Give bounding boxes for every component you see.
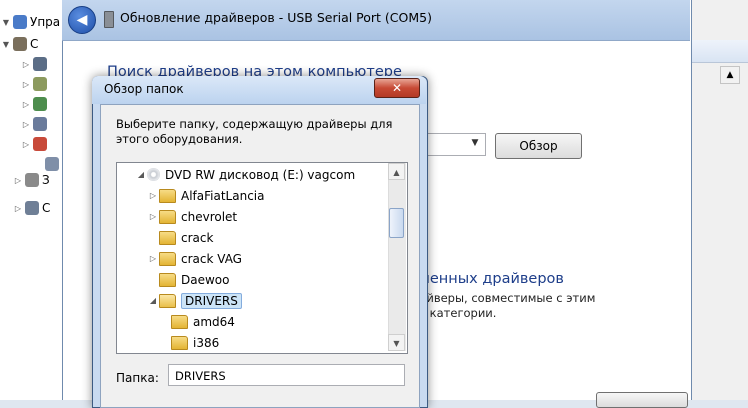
folder-tree-label: chevrolet — [181, 209, 238, 224]
device-category-icon — [33, 77, 47, 91]
expander-icon[interactable]: ▷ — [147, 212, 159, 221]
folder-input[interactable]: DRIVERS — [168, 364, 405, 386]
folder-tree-item[interactable]: amd64 — [159, 311, 235, 332]
folder-tree-item[interactable]: ▷ crack VAG — [147, 248, 242, 269]
expander-icon[interactable]: ◢ — [135, 170, 147, 179]
expander-icon[interactable]: ▼ — [2, 40, 10, 49]
folder-tree-label: Daewoo — [181, 272, 230, 287]
folder-tree-label: crack VAG — [181, 251, 242, 266]
console-tree-label: С — [30, 37, 39, 51]
console-tree-label: З — [42, 173, 50, 187]
folder-tree-item[interactable]: ◢ DRIVERS — [147, 290, 242, 311]
folder-tree-item[interactable]: ▷ chevrolet — [147, 206, 237, 227]
close-button[interactable]: ✕ — [374, 78, 420, 98]
console-tree-item[interactable]: ▷ — [22, 94, 50, 114]
open-folder-icon — [159, 293, 176, 308]
folder-tree-label: AlfaFiatLancia — [181, 188, 265, 203]
expander-icon[interactable]: ▷ — [14, 176, 22, 185]
console-tree-item[interactable]: ▷ — [22, 114, 50, 134]
folder-tree-label: crack — [181, 230, 214, 245]
console-tree-item[interactable]: ▷ З — [14, 170, 50, 190]
actions-scroll-up-button[interactable]: ▲ — [720, 66, 740, 84]
device-category-icon — [33, 57, 47, 71]
expander-icon[interactable]: ▷ — [22, 140, 30, 149]
folder-tree-label: i386 — [193, 335, 220, 350]
expander-icon[interactable]: ▷ — [22, 120, 30, 129]
device-category-icon — [25, 173, 39, 187]
expander-icon[interactable]: ▷ — [22, 100, 30, 109]
expander-icon[interactable]: ▷ — [147, 254, 159, 263]
folder-icon — [159, 272, 176, 287]
folder-tree-item[interactable]: Daewoo — [147, 269, 229, 290]
folder-icon — [159, 251, 176, 266]
device-category-icon — [13, 15, 27, 29]
folder-tree[interactable]: ◢ DVD RW дисковод (E:) vagcom ▷ AlfaFiatLan… — [116, 162, 408, 354]
expander-icon[interactable]: ▷ — [22, 60, 30, 69]
pick-from-list-option[interactable]: вленных драйверов — [412, 271, 564, 287]
pick-from-list-description: райверы, совместимые с этим ке категории… — [412, 291, 595, 321]
folder-icon — [159, 188, 176, 203]
device-category-icon — [33, 137, 47, 151]
folder-icon — [159, 209, 176, 224]
scroll-down-button[interactable]: ▼ — [388, 334, 405, 351]
folder-tree-item[interactable]: ▷ AlfaFiatLancia — [147, 185, 264, 206]
folder-icon — [171, 335, 188, 350]
description-line: ке категории. — [412, 306, 497, 320]
folder-tree-label: DRIVERS — [181, 292, 242, 309]
folder-tree-item[interactable]: i386 — [159, 332, 219, 353]
folder-icon — [159, 230, 176, 245]
console-tree-item[interactable]: ▼ Упра — [2, 12, 60, 32]
description-line: райверы, совместимые с этим — [412, 291, 596, 305]
expander-icon[interactable]: ◢ — [147, 296, 159, 305]
expander-icon[interactable]: ▷ — [147, 191, 159, 200]
dialog-description: Выберите папку, содержащую драйверы для … — [116, 117, 393, 146]
folder-tree-item[interactable]: crack — [147, 227, 213, 248]
console-tree-item[interactable]: ▷ — [22, 54, 50, 74]
wizard-title: Обновление драйверов - USB Serial Port (… — [120, 10, 432, 25]
dialog-title: Обзор папок — [104, 82, 184, 96]
dvd-drive-icon — [147, 168, 160, 181]
tree-scrollbar[interactable] — [388, 163, 406, 351]
chevron-down-icon[interactable]: ▼ — [466, 133, 484, 154]
back-button[interactable]: ◀ — [68, 6, 96, 34]
device-category-icon — [33, 117, 47, 131]
browse-button[interactable]: Обзор — [495, 133, 582, 159]
device-category-icon — [25, 201, 39, 215]
console-tree-label: С — [42, 201, 51, 215]
console-tree-item[interactable]: ▼ С — [2, 34, 38, 54]
device-category-icon — [33, 97, 47, 111]
expander-icon[interactable]: ▷ — [14, 204, 22, 213]
device-category-icon — [45, 157, 59, 171]
folder-label: Папка: — [116, 371, 159, 385]
expander-icon[interactable]: ▼ — [2, 18, 10, 27]
console-tree-label: Упра — [30, 15, 61, 29]
console-tree-item[interactable]: ▷ — [22, 134, 50, 154]
next-button[interactable] — [596, 392, 688, 408]
expander-icon[interactable]: ▷ — [22, 80, 30, 89]
scroll-up-button[interactable]: ▲ — [388, 163, 405, 180]
usb-device-icon — [104, 11, 114, 28]
console-tree-item[interactable]: ▷ С — [14, 198, 50, 218]
folder-tree-label: amd64 — [193, 314, 235, 329]
scroll-thumb[interactable] — [389, 208, 404, 238]
folder-tree-item[interactable]: ◢ DVD RW дисковод (E:) vagcom — [135, 164, 355, 185]
console-tree-item[interactable]: ▷ — [22, 74, 50, 94]
device-category-icon — [13, 37, 27, 51]
console-tree: ▼ Упра ▼ С ▷ ▷ ▷ ▷ ▷ ▷ З ▷ С — [0, 0, 63, 400]
folder-icon — [171, 314, 188, 329]
folder-tree-label: DVD RW дисковод (E:) vagcom — [165, 167, 356, 182]
